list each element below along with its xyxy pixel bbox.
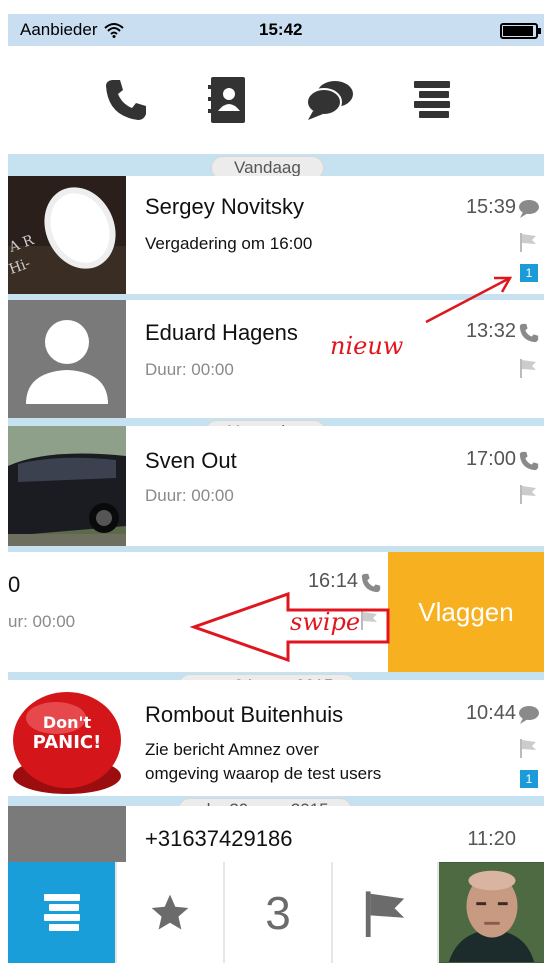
call-time: 16:14	[307, 570, 358, 592]
contact-name: Eduard Hagens	[145, 320, 298, 345]
list-item[interactable]: +31637429186 11:20	[8, 806, 544, 862]
avatar	[8, 806, 126, 862]
tab-profile[interactable]	[437, 862, 544, 963]
phone-icon	[519, 323, 539, 343]
list-icon[interactable]	[406, 74, 458, 126]
phone-icon	[519, 451, 539, 471]
battery-icon	[500, 23, 541, 39]
flag-icon[interactable]	[519, 358, 537, 378]
conversation-list[interactable]: Vandaag A R Hi- Sergey Novitsky Vergader…	[8, 154, 544, 862]
screen: Aanbieder 15:42 Vandaag A R Hi- Sergey N…	[0, 0, 544, 963]
contact-name: Sergey Novitsky	[145, 194, 304, 219]
message-preview-line2: omgeving waarop de test users	[145, 764, 382, 783]
avatar: A R Hi-	[8, 176, 126, 294]
phone-icon	[361, 573, 381, 593]
avatar: Don't PANIC!	[8, 680, 126, 802]
list-item[interactable]: Eduard Hagens Duur: 00:00 13:32	[8, 300, 544, 418]
tab-count-label: 3	[265, 886, 291, 939]
contact-name: +31637429186	[145, 826, 293, 851]
contact-name: Sven Out	[145, 448, 237, 473]
contact-name: Rombout Buitenhuis	[145, 702, 344, 727]
message-preview: Vergadering om 16:00	[145, 234, 313, 253]
contact-name: 0	[8, 572, 21, 597]
avatar-text-dont: Don't	[43, 713, 92, 732]
flag-icon[interactable]	[519, 484, 537, 504]
annotation-new: nieuw	[330, 332, 404, 360]
chat-bubble-icon	[519, 200, 539, 218]
star-icon	[151, 894, 189, 929]
section-header: Vandaag	[8, 154, 544, 180]
avatar	[8, 426, 126, 546]
flag-icon[interactable]	[519, 738, 537, 758]
flag-icon[interactable]	[519, 232, 537, 252]
list-item[interactable]: Don't PANIC! Rombout Buitenhuis Zie beri…	[8, 680, 544, 802]
battery-level	[503, 26, 534, 36]
message-time: 15:39	[465, 196, 516, 218]
chat-icon[interactable]	[304, 74, 356, 126]
tab-list[interactable]	[8, 862, 115, 963]
tab-count[interactable]: 3	[223, 862, 331, 963]
list-item-swiped[interactable]: 0 ur: 00:00 16:14 Vlaggen	[8, 552, 544, 672]
list-icon	[43, 893, 80, 931]
annotation-swipe: swipe	[290, 608, 361, 636]
status-time: 15:42	[259, 20, 303, 39]
call-time: 13:32	[465, 320, 516, 342]
tab-bar: 3	[8, 862, 544, 963]
message-preview-line1: Zie bericht Amnez over	[145, 740, 319, 759]
wifi-icon	[103, 23, 124, 38]
phone-icon[interactable]	[100, 74, 152, 126]
tab-favorites[interactable]	[115, 862, 223, 963]
list-item[interactable]: Sven Out Duur: 00:00 17:00	[8, 426, 544, 546]
call-time: 11:20	[467, 828, 516, 850]
carrier-name: Aanbieder	[20, 20, 98, 39]
avatar	[439, 862, 544, 963]
call-duration: ur: 00:00	[8, 612, 76, 631]
unread-badge: 1	[520, 770, 538, 788]
call-duration: Duur: 00:00	[145, 486, 234, 505]
flag-icon[interactable]	[360, 610, 378, 630]
avatar	[8, 300, 126, 418]
status-bar: Aanbieder 15:42	[8, 14, 544, 46]
avatar-text-panic: PANIC!	[33, 732, 102, 753]
flag-action-button[interactable]: Vlaggen	[388, 552, 544, 672]
tab-flagged[interactable]	[331, 862, 437, 963]
flag-icon	[365, 890, 405, 937]
chat-bubble-icon	[519, 706, 539, 724]
list-item[interactable]: A R Hi- Sergey Novitsky Vergadering om 1…	[8, 176, 544, 294]
message-time: 10:44	[465, 702, 516, 724]
unread-badge: 1	[520, 264, 538, 282]
carrier: Aanbieder	[20, 20, 124, 40]
contacts-icon[interactable]	[202, 74, 254, 126]
call-time: 17:00	[465, 448, 516, 470]
call-duration: Duur: 00:00	[145, 360, 234, 379]
top-navigation	[8, 46, 544, 154]
